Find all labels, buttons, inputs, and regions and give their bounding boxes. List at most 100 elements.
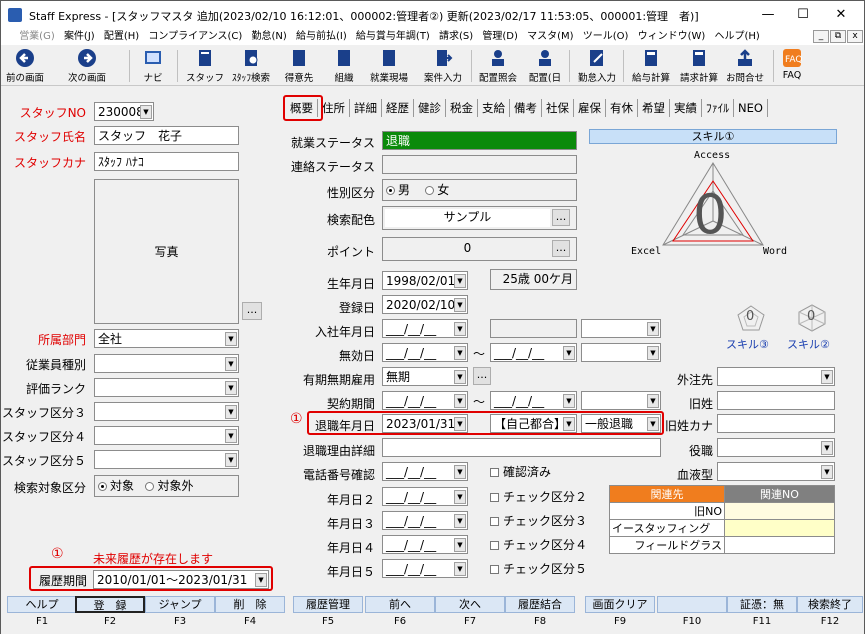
prev-button[interactable]: 前へ [365,596,435,613]
menu-sales[interactable]: 営業(G) [16,29,58,45]
voucher-button[interactable]: 証憑：無 [727,596,797,613]
payroll-calc-button[interactable]: 給与計算 [629,47,673,85]
invalid-select[interactable]: ▼ [581,343,661,362]
menu-window[interactable]: ウィンドウ(W) [635,29,709,45]
phone-confirm-date[interactable]: ___/__/__ ▼ [382,462,468,481]
emp-type-select[interactable]: ▼ [94,354,239,373]
hire-select[interactable]: ▼ [581,319,661,338]
role-select[interactable]: ▼ [717,438,835,457]
close-button[interactable]: ✕ [826,5,856,25]
staff-kana-field[interactable]: ｽﾀｯﾌ ﾊﾅｺ [94,152,239,171]
tab-results[interactable]: 実績 [670,99,702,117]
relation-row-value[interactable] [724,502,835,520]
history-select[interactable]: 2010/01/01～2023/01/31 ▼ [93,570,269,589]
tab-neo[interactable]: NEO [734,99,768,117]
retire-type-select[interactable]: 一般退職 ▼ [581,414,661,433]
photo-browse-button[interactable]: ... [242,302,262,320]
kubun3-select[interactable]: ▼ [94,402,239,421]
history-merge-button[interactable]: 履歴結合 [505,596,575,613]
delete-button[interactable]: 削 除 [215,596,285,613]
outsource-select[interactable]: ▼ [717,367,835,386]
gender-male-radio[interactable]: 男 [386,183,410,197]
search-target-on-radio[interactable]: 対象 [98,479,134,493]
contract-from-field[interactable]: ___/__/__ ▼ [382,391,468,410]
navi-button[interactable]: ナビ [137,47,169,85]
tab-tax[interactable]: 税金 [446,99,478,117]
staff-no-select[interactable]: 230008 ▼ [94,102,154,121]
menu-placement[interactable]: 配置(H) [101,29,142,45]
menu-payroll[interactable]: 給与賞与年調(T) [353,29,433,45]
check4-checkbox[interactable]: チェック区分４ [490,536,587,553]
rank-select[interactable]: ▼ [94,378,239,397]
staff-button[interactable]: スタッフ [185,47,225,85]
forward-button[interactable]: 次の画面 [63,47,111,85]
date5-field[interactable]: ___/__/__ ▼ [382,559,468,578]
tab-employment-insurance[interactable]: 雇保 [574,99,606,117]
minimize-button[interactable]: — [753,5,783,25]
retire-date-field[interactable]: 2023/01/31 ▼ [382,414,468,433]
contract-select[interactable]: ▼ [581,391,661,410]
search-color-button[interactable]: ... [552,209,570,226]
clear-screen-button[interactable]: 画面クリア [585,596,655,613]
term-select[interactable]: 無期 ▼ [382,367,468,386]
skill2-link[interactable]: スキル② [787,336,830,352]
date2-field[interactable]: ___/__/__ ▼ [382,487,468,506]
menu-help[interactable]: ヘルプ(H) [711,29,762,45]
date3-field[interactable]: ___/__/__ ▼ [382,511,468,530]
placement-inquiry-button[interactable]: 配置照会 [475,47,521,85]
placement-daily-button[interactable]: 配置(日 [525,47,565,85]
term-button[interactable]: ... [473,367,491,385]
menu-advance-pay[interactable]: 給与前払(I) [293,29,350,45]
contract-to-field[interactable]: ___/__/__ ▼ [490,391,577,410]
tab-career[interactable]: 経歴 [382,99,414,117]
faq-button[interactable]: FAQ FAQ [779,47,805,85]
point-button[interactable]: ... [552,240,570,257]
mdi-restore-button[interactable]: ⧉ [830,30,846,43]
jump-button[interactable]: ジャンプ [145,596,215,613]
back-button[interactable]: 前の画面 [3,47,47,85]
check5-checkbox[interactable]: チェック区分５ [490,560,587,577]
tab-detail[interactable]: 詳細 [350,99,382,117]
old-kana-field[interactable] [717,414,835,433]
kubun5-select[interactable]: ▼ [94,450,239,469]
photo-area[interactable]: 写真 [94,179,239,324]
menu-project[interactable]: 案件(J) [61,29,98,45]
kubun4-select[interactable]: ▼ [94,426,239,445]
organization-button[interactable]: 組織 [327,47,361,85]
tab-notes[interactable]: 備考 [510,99,542,117]
tab-health[interactable]: 健診 [414,99,446,117]
help-button[interactable]: ヘルプ [7,596,77,613]
invalid-to-field[interactable]: ___/__/__ ▼ [490,343,577,362]
menu-billing[interactable]: 請求(S) [436,29,476,45]
invalid-from-field[interactable]: ___/__/__ ▼ [382,343,468,362]
retire-reason-select[interactable]: 【自己都合】 ▼ [490,414,577,433]
tab-payment[interactable]: 支給 [478,99,510,117]
billing-calc-button[interactable]: 請求計算 [677,47,721,85]
inquiry-button[interactable]: お問合せ [723,47,767,85]
attendance-entry-button[interactable]: 勤怠入力 [575,47,619,85]
menu-compliance[interactable]: コンプライアンス(C) [145,29,245,45]
f10-button[interactable] [657,596,727,613]
staff-name-field[interactable]: スタッフ 花子 [94,126,239,145]
search-target-off-radio[interactable]: 対象外 [145,479,193,493]
staff-search-button[interactable]: ｽﾀｯﾌ検索 [229,47,273,85]
next-button[interactable]: 次へ [435,596,505,613]
tab-wishes[interactable]: 希望 [638,99,670,117]
relation-row-value[interactable] [724,519,835,537]
relation-row-value[interactable] [724,536,835,554]
gender-female-radio[interactable]: 女 [425,183,449,197]
tab-paid-leave[interactable]: 有休 [606,99,638,117]
tab-social-insurance[interactable]: 社保 [542,99,574,117]
check2-checkbox[interactable]: チェック区分２ [490,488,587,505]
reg-date-field[interactable]: 2020/02/10 ▼ [382,295,468,314]
tab-files[interactable]: ﾌｧｲﾙ [702,99,734,117]
menu-admin[interactable]: 管理(D) [479,29,521,45]
menu-tools[interactable]: ツール(O) [580,29,632,45]
retire-detail-field[interactable] [382,438,661,457]
search-end-button[interactable]: 検索終了 [797,596,863,613]
mdi-close-button[interactable]: x [847,30,863,43]
menu-master[interactable]: マスタ(M) [524,29,576,45]
worksite-button[interactable]: 就業現場 [367,47,411,85]
blood-type-select[interactable]: ▼ [717,462,835,481]
hire-date-field[interactable]: ___/__/__ ▼ [382,319,468,338]
